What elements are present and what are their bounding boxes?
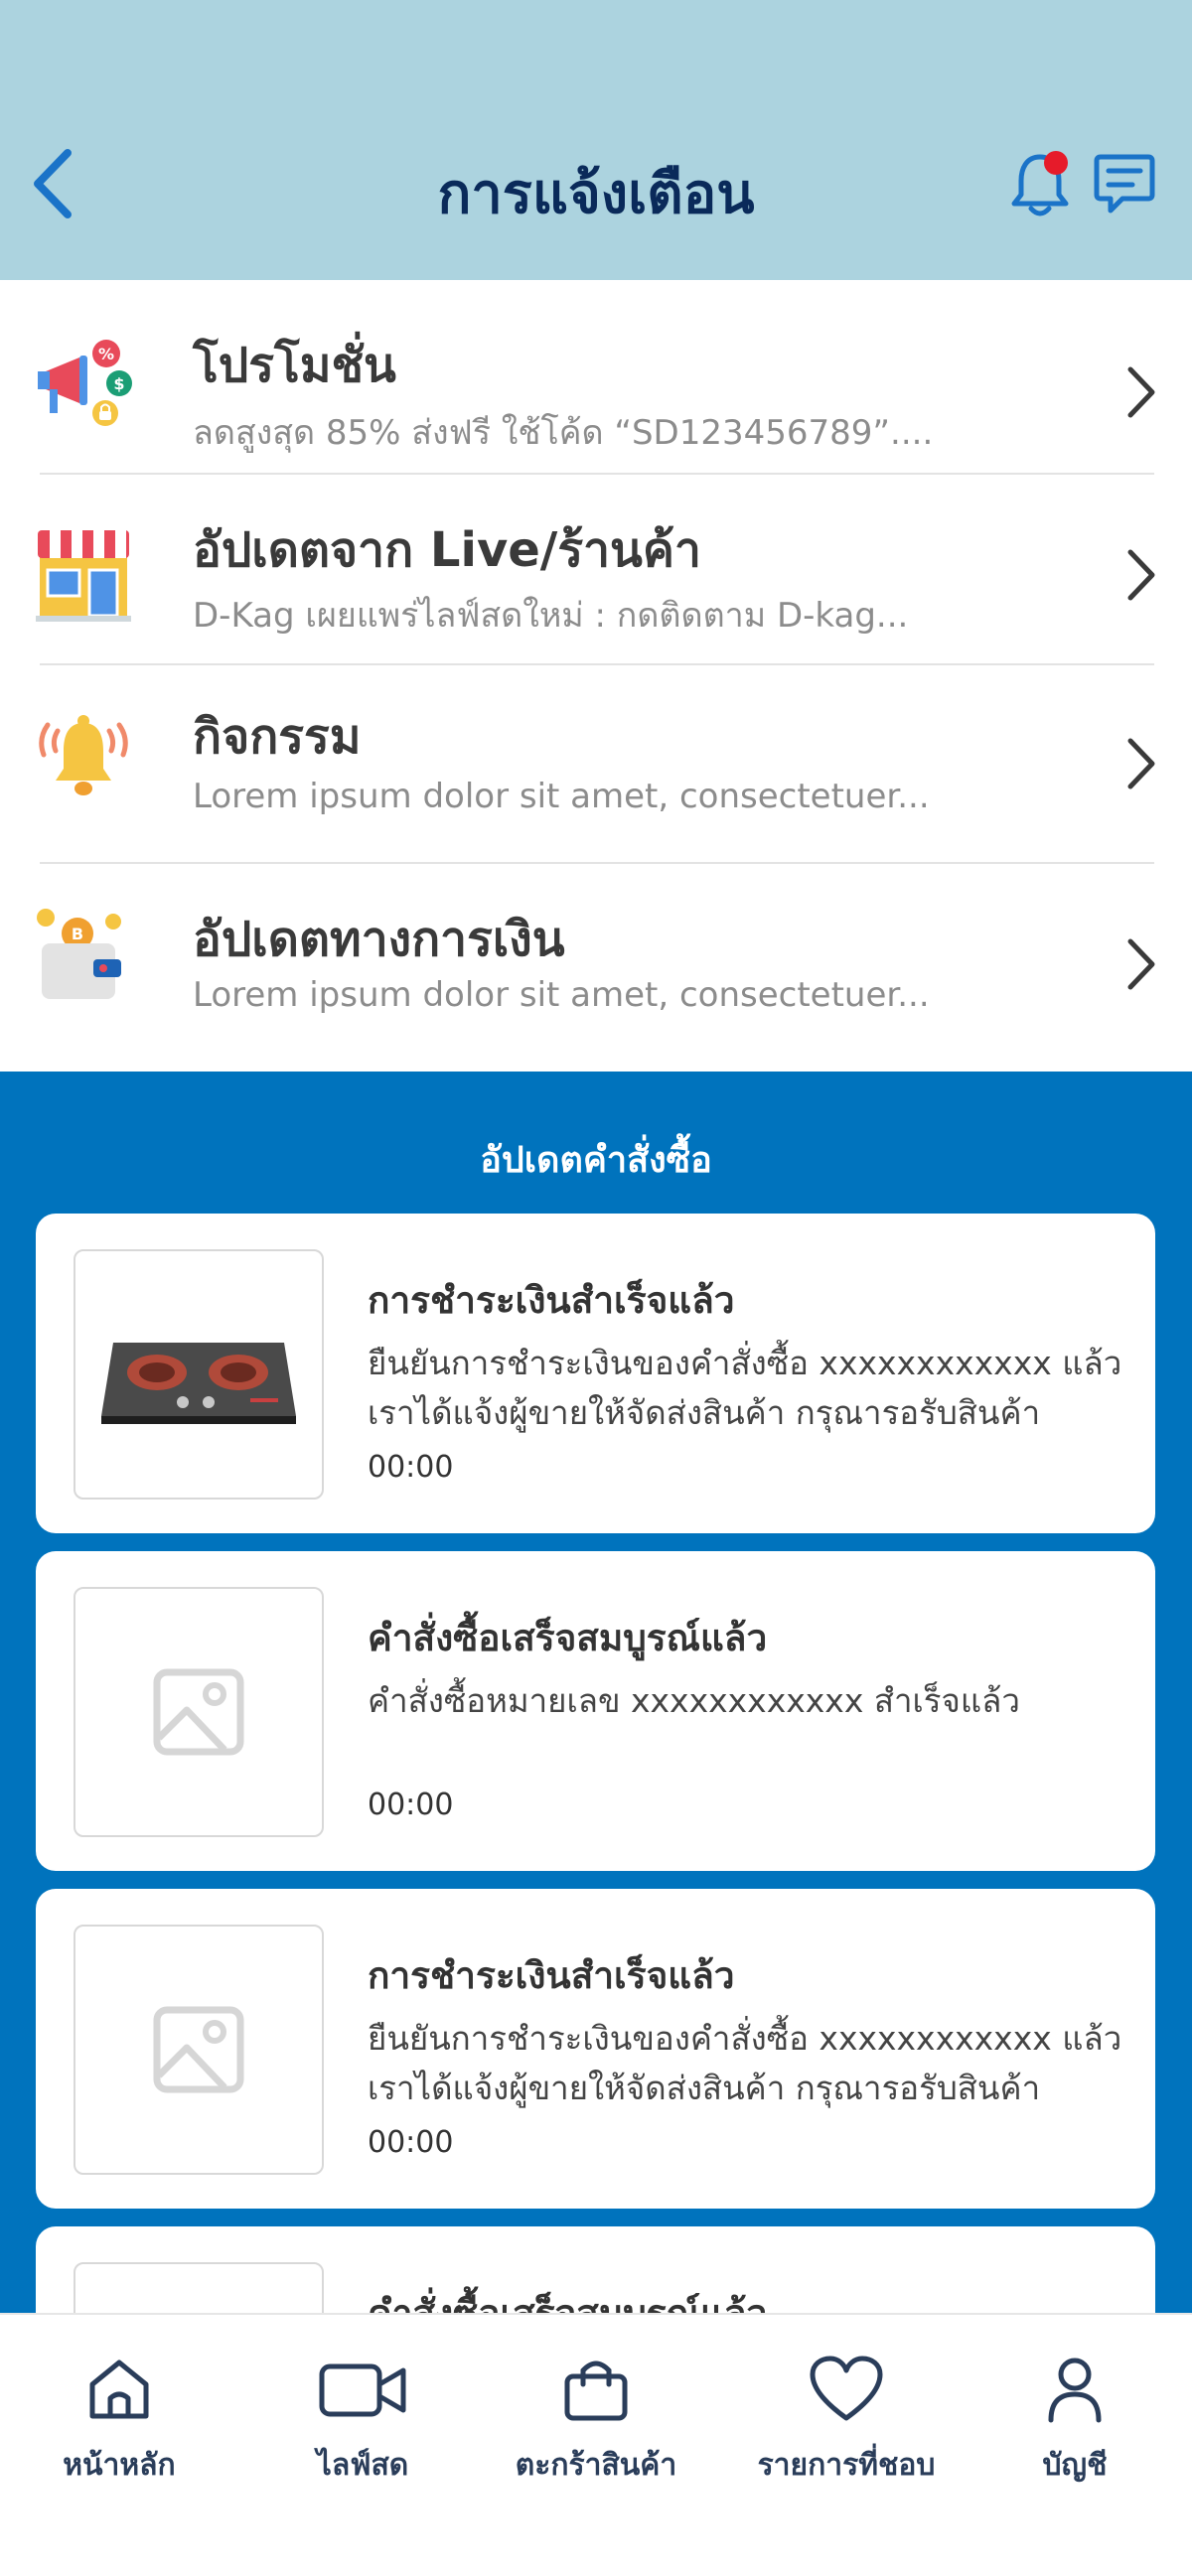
notification-badge xyxy=(1044,151,1068,175)
notification-category-list: % $ โปรโมชั่น ลดสูงสุด 85% ส่งฟรี ใช้โค้… xyxy=(0,280,1192,1072)
chat-button[interactable] xyxy=(1093,151,1156,216)
nav-account[interactable]: บัญชี xyxy=(956,2315,1192,2513)
svg-text:%: % xyxy=(98,345,114,363)
nav-live[interactable]: ไลฟ์สด xyxy=(243,2315,482,2513)
nav-label: ไลฟ์สด xyxy=(316,2448,409,2483)
nav-label: บัญชี xyxy=(1042,2448,1108,2483)
nav-home[interactable]: หน้าหลัก xyxy=(0,2315,238,2513)
shopping-bag-icon xyxy=(564,2361,628,2421)
category-title: กิจกรรม xyxy=(193,709,362,765)
video-camera-icon xyxy=(319,2363,406,2417)
order-card[interactable]: การชำระเงินสำเร็จแล้ว ยืนยันการชำระเงินข… xyxy=(36,1889,1155,2209)
order-card[interactable]: การชำระเงินสำเร็จแล้ว ยืนยันการชำระเงินข… xyxy=(36,1214,1155,1533)
category-subtitle: Lorem ipsum dolor sit amet, consectetuer… xyxy=(193,975,930,1015)
order-description: คำสั่งซื้อหมายเลข xxxxxxxxxxxx สำเร็จแล้… xyxy=(368,1681,1020,1720)
chevron-right-icon xyxy=(1127,366,1155,418)
gas-stove-image xyxy=(101,1343,296,1424)
nav-label: หน้าหลัก xyxy=(63,2448,176,2483)
order-title: คำสั่งซื้อเสร็จสมบูรณ์แล้ว xyxy=(368,1617,768,1659)
order-time: 00:00 xyxy=(368,1450,454,1485)
order-time: 00:00 xyxy=(368,1788,454,1822)
category-row-promotion[interactable]: % $ โปรโมชั่น ลดสูงสุด 85% ส่งฟรี ใช้โค้… xyxy=(0,280,1192,475)
order-title: การชำระเงินสำเร็จแล้ว xyxy=(368,1954,735,1997)
chevron-right-icon xyxy=(1127,549,1155,601)
product-thumbnail xyxy=(74,2262,324,2313)
category-title: อัปเดตทางการเงิน xyxy=(193,912,565,967)
order-card[interactable]: คำสั่งซื้อเสร็จสมบูรณ์แล้ว xyxy=(36,2226,1155,2313)
user-icon xyxy=(1048,2358,1102,2423)
category-subtitle: D-Kag เผยแพร่ไลฟ์สดใหม่ : กดติดตาม D-kag… xyxy=(193,596,909,636)
category-title: โปรโมชั่น xyxy=(193,338,396,393)
product-thumbnail xyxy=(74,1925,324,2175)
app-header: การแจ้งเตือน xyxy=(0,0,1192,280)
category-subtitle: Lorem ipsum dolor sit amet, consectetuer… xyxy=(193,777,930,816)
category-title: อัปเดตจาก Live/ร้านค้า xyxy=(193,522,701,578)
divider xyxy=(40,663,1154,665)
product-thumbnail xyxy=(74,1249,324,1500)
section-title: อัปเดตคำสั่งซื้อ xyxy=(480,1140,712,1181)
image-placeholder-icon xyxy=(75,2264,322,2313)
order-description: ยืนยันการชำระเงินของคำสั่งซื้อ xxxxxxxxx… xyxy=(368,2019,1122,2107)
wallet-coin-icon: B xyxy=(37,909,121,999)
chevron-right-icon xyxy=(1127,738,1155,789)
category-row-activity[interactable]: กิจกรรม Lorem ipsum dolor sit amet, cons… xyxy=(0,669,1192,864)
nav-favorites[interactable]: รายการที่ชอบ xyxy=(727,2315,966,2513)
category-subtitle: ลดสูงสุด 85% ส่งฟรี ใช้โค้ด “SD123456789… xyxy=(193,413,934,453)
shop-icon xyxy=(36,530,131,622)
chat-icon xyxy=(1094,154,1155,214)
order-card[interactable]: คำสั่งซื้อเสร็จสมบูรณ์แล้ว คำสั่งซื้อหมา… xyxy=(36,1551,1155,1871)
image-placeholder-icon xyxy=(153,1668,244,1756)
order-title: คำสั่งซื้อเสร็จสมบูรณ์แล้ว xyxy=(368,2284,767,2313)
order-time: 00:00 xyxy=(368,2125,454,2160)
svg-text:$: $ xyxy=(113,374,124,393)
svg-text:B: B xyxy=(72,925,83,943)
chevron-right-icon xyxy=(1127,938,1155,990)
nav-cart[interactable]: ตะกร้าสินค้า xyxy=(477,2315,715,2513)
product-thumbnail xyxy=(74,1587,324,1837)
nav-label: ตะกร้าสินค้า xyxy=(515,2448,677,2483)
order-description: ยืนยันการชำระเงินของคำสั่งซื้อ xxxxxxxxx… xyxy=(368,1344,1122,1432)
category-row-live-shop[interactable]: อัปเดตจาก Live/ร้านค้า D-Kag เผยแพร่ไลฟ์… xyxy=(0,475,1192,669)
ringing-bell-icon xyxy=(39,715,128,795)
image-placeholder-icon xyxy=(153,2006,244,2093)
nav-label: รายการที่ชอบ xyxy=(757,2448,936,2483)
heart-icon xyxy=(810,2356,883,2421)
category-row-finance[interactable]: B อัปเดตทางการเงิน Lorem ipsum dolor sit… xyxy=(0,864,1192,1059)
home-icon xyxy=(89,2360,149,2419)
megaphone-promo-icon: % $ xyxy=(38,340,132,426)
order-title: การชำระเงินสำเร็จแล้ว xyxy=(368,1279,735,1322)
order-updates-section: อัปเดตคำสั่งซื้อ การชำระเงินสำเร็จแล้ว ย… xyxy=(0,1072,1192,2313)
bottom-navigation: หน้าหลัก ไลฟ์สด ตะกร้าสินค้า รายการที่ชอ… xyxy=(0,2313,1192,2576)
